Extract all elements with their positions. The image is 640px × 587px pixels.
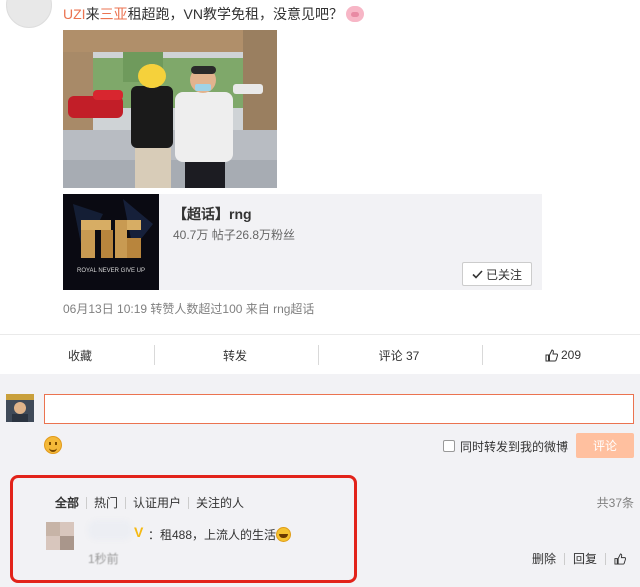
comment-like-icon[interactable] bbox=[614, 552, 626, 565]
comment-label: 评论 37 bbox=[378, 348, 420, 363]
like-button[interactable]: 209 bbox=[483, 335, 640, 375]
emoji-picker-icon[interactable] bbox=[44, 436, 62, 454]
comment-total: 共37条 bbox=[596, 496, 634, 510]
thumbs-up-icon bbox=[545, 348, 558, 361]
rng-logo: ROYAL NEVER GIVE UP bbox=[63, 194, 159, 290]
repost-checkbox[interactable] bbox=[443, 440, 455, 452]
comment-action-divider bbox=[605, 552, 606, 565]
comment-action-divider bbox=[563, 552, 565, 565]
post-photo-image bbox=[63, 30, 277, 188]
reply-comment-button[interactable]: 回复 bbox=[573, 550, 597, 567]
my-avatar[interactable] bbox=[6, 394, 34, 422]
comment-actions: 删除 回复 bbox=[532, 550, 626, 567]
repost-label: 转发 bbox=[222, 348, 247, 363]
red-highlight-box bbox=[10, 475, 357, 583]
post-text-body: 租超跑，VN教学免租，没意见吧？ bbox=[127, 6, 344, 22]
my-avatar-image bbox=[6, 394, 34, 422]
action-bar: 收藏 转发 评论 37 209 bbox=[0, 334, 640, 374]
submit-label: 评论 bbox=[592, 439, 617, 453]
post-photo[interactable] bbox=[63, 30, 277, 188]
followed-button[interactable]: 已关注 bbox=[462, 262, 532, 286]
repost-checkbox-label[interactable]: 同时转发到我的微博 bbox=[460, 438, 568, 455]
like-count: 209 bbox=[560, 348, 582, 362]
followed-label: 已关注 bbox=[485, 267, 522, 282]
repost-button[interactable]: 转发 bbox=[155, 335, 315, 375]
topic-stats: 40.7万 帖子26.8万粉丝 bbox=[173, 228, 296, 242]
author-avatar[interactable] bbox=[6, 0, 52, 28]
delete-comment-button[interactable]: 删除 bbox=[532, 550, 556, 567]
favorite-label: 收藏 bbox=[67, 348, 92, 363]
comment-button[interactable]: 评论 37 bbox=[319, 335, 479, 375]
submit-comment-button[interactable]: 评论 bbox=[576, 433, 634, 458]
rng-logo-text: ROYAL NEVER GIVE UP bbox=[77, 268, 145, 274]
favorite-button[interactable]: 收藏 bbox=[0, 335, 160, 375]
check-icon bbox=[472, 269, 483, 279]
post-text-pre: 来 bbox=[85, 6, 100, 22]
pig-emoji-icon bbox=[346, 6, 365, 22]
location-link[interactable]: 三亚 bbox=[100, 6, 128, 22]
post-meta: 06月13日 10:19 转赞人数超过100 来自 rng超话 bbox=[63, 302, 315, 316]
mention-uzi[interactable]: UZI bbox=[63, 6, 86, 22]
topic-card[interactable]: ROYAL NEVER GIVE UP 【超话】rng 40.7万 帖子26.8… bbox=[63, 194, 542, 290]
comment-input[interactable] bbox=[44, 394, 634, 424]
topic-title[interactable]: 【超话】rng bbox=[173, 204, 252, 224]
post-text: UZI来三亚租超跑，VN教学免租，没意见吧？ bbox=[63, 4, 365, 24]
rng-logo-image: ROYAL NEVER GIVE UP bbox=[63, 194, 159, 290]
